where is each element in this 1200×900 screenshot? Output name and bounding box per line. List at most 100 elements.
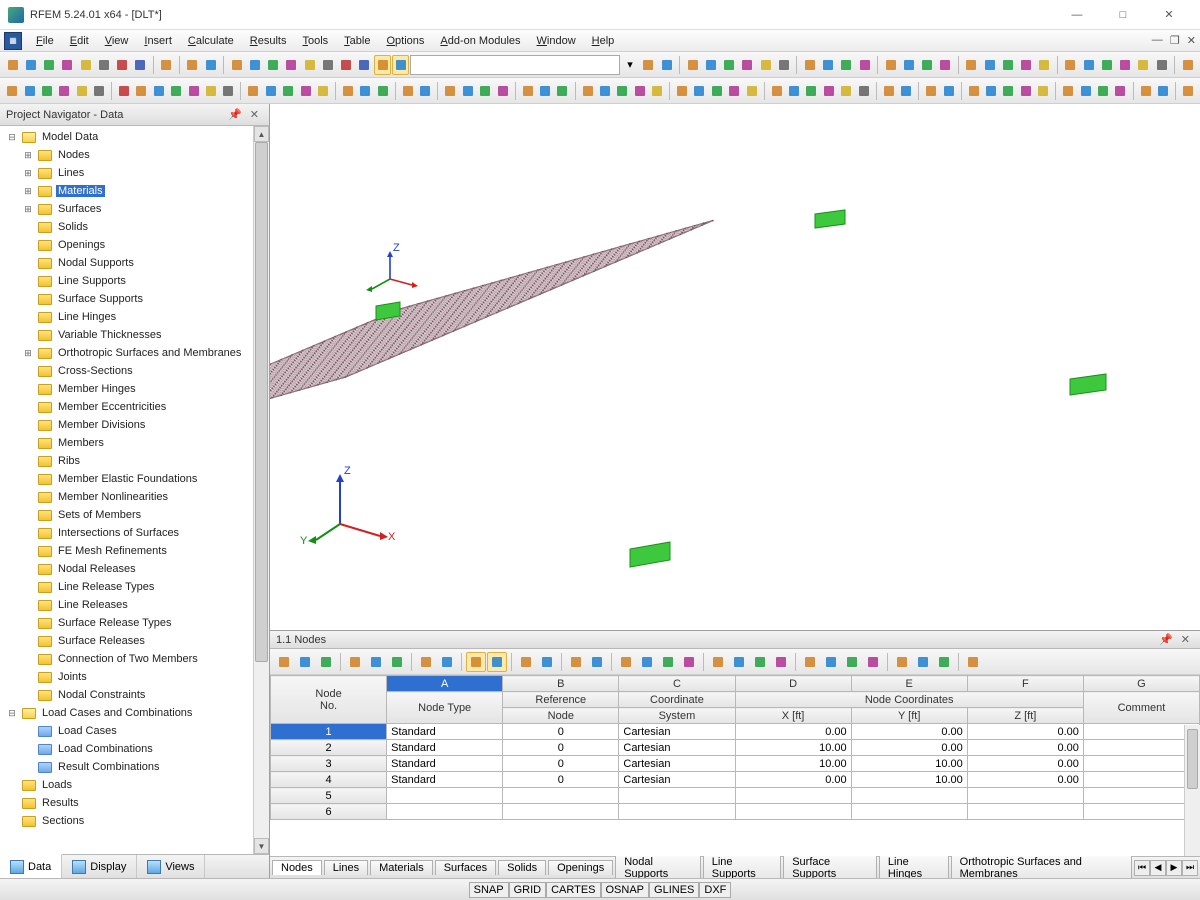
toolbar-button[interactable]	[803, 81, 819, 101]
table-tab-orthotropic-surfaces-and-membranes[interactable]: Orthotropic Surfaces and Membranes	[951, 854, 1132, 881]
toolbar-button[interactable]	[113, 55, 130, 75]
tree-item-results[interactable]: Results	[2, 794, 269, 812]
toolbar-button[interactable]	[757, 55, 774, 75]
toolbar-button[interactable]	[631, 81, 647, 101]
toolbar-button[interactable]	[168, 81, 184, 101]
toolbar-button[interactable]	[417, 81, 433, 101]
tree-item-intersections-of-surfaces[interactable]: Intersections of Surfaces	[2, 524, 269, 542]
toolbar-button[interactable]	[4, 81, 20, 101]
toolbar-button[interactable]	[460, 81, 476, 101]
col-letter[interactable]: G	[1083, 676, 1199, 692]
col-letter[interactable]: A	[387, 676, 503, 692]
toolbar-button[interactable]	[301, 55, 318, 75]
toolbar-button[interactable]	[1000, 81, 1016, 101]
toolbar-button[interactable]	[771, 652, 791, 672]
toolbar-button[interactable]	[923, 81, 939, 101]
tree-item-nodal-releases[interactable]: Nodal Releases	[2, 560, 269, 578]
toolbar-button[interactable]	[400, 81, 416, 101]
toolbar-button[interactable]	[1135, 55, 1152, 75]
toolbar-button[interactable]	[1018, 81, 1034, 101]
toolbar-button[interactable]	[966, 81, 982, 101]
table-row[interactable]: 3Standard0Cartesian10.0010.000.00	[271, 756, 1200, 772]
toolbar-button[interactable]	[315, 81, 331, 101]
tree-item-materials[interactable]: ⊞Materials	[2, 182, 269, 200]
tab-nav-button[interactable]: ▶	[1166, 860, 1182, 876]
toolbar-button[interactable]	[554, 81, 570, 101]
toolbar-button[interactable]	[387, 652, 407, 672]
toolbar-button[interactable]	[283, 55, 300, 75]
toolbar-button[interactable]	[416, 652, 436, 672]
toolbar-button[interactable]	[819, 55, 836, 75]
toolbar-button[interactable]	[913, 652, 933, 672]
tree-item-sections[interactable]: Sections	[2, 812, 269, 830]
col-coord-sys[interactable]: Coordinate	[619, 692, 735, 708]
tree-item-nodal-constraints[interactable]: Nodal Constraints	[2, 686, 269, 704]
toolbar-button[interactable]	[1062, 55, 1079, 75]
toolbar-button[interactable]	[640, 55, 657, 75]
toolbar-button[interactable]	[158, 55, 175, 75]
toolbar-button[interactable]	[739, 55, 756, 75]
toolbar-button[interactable]	[684, 55, 701, 75]
toolbar-button[interactable]	[649, 81, 665, 101]
toolbar-button[interactable]	[1036, 55, 1053, 75]
toolbar-button[interactable]	[882, 55, 899, 75]
toolbar-button[interactable]	[537, 652, 557, 672]
toolbar-button[interactable]	[40, 55, 57, 75]
toolbar-button[interactable]	[374, 55, 391, 75]
toolbar-button[interactable]	[674, 81, 690, 101]
tree-item-surface-release-types[interactable]: Surface Release Types	[2, 614, 269, 632]
toolbar-button[interactable]	[1137, 81, 1153, 101]
status-dxf[interactable]: DXF	[699, 882, 731, 898]
toolbar-button[interactable]	[963, 652, 983, 672]
toolbar-button[interactable]	[116, 81, 132, 101]
toolbar-button[interactable]	[679, 652, 699, 672]
toolbar-button[interactable]	[587, 652, 607, 672]
tab-nav-button[interactable]: ◀	[1150, 860, 1166, 876]
tab-nav-button[interactable]: ⏭	[1182, 860, 1198, 876]
toolbar-button[interactable]	[316, 652, 336, 672]
tree-scrollbar[interactable]: ▲ ▼	[253, 126, 269, 854]
toolbar-button[interactable]	[708, 652, 728, 672]
navigator-tree[interactable]: ⊟Model Data⊞Nodes⊞Lines⊞Materials⊞Surfac…	[0, 126, 269, 854]
menu-insert[interactable]: Insert	[136, 33, 180, 49]
status-cartes[interactable]: CARTES	[546, 882, 600, 898]
toolbar-button[interactable]	[1117, 55, 1134, 75]
toolbar-button[interactable]	[983, 81, 999, 101]
toolbar-button[interactable]	[133, 81, 149, 101]
toolbar-button[interactable]	[842, 652, 862, 672]
toolbar-button[interactable]	[892, 652, 912, 672]
toolbar-button[interactable]	[658, 652, 678, 672]
toolbar-button[interactable]	[750, 652, 770, 672]
toolbar-button[interactable]	[245, 81, 261, 101]
toolbar-button[interactable]	[863, 652, 883, 672]
tab-nav-button[interactable]: ⏮	[1134, 860, 1150, 876]
toolbar-button[interactable]	[934, 652, 954, 672]
toolbar-button[interactable]	[658, 55, 675, 75]
tree-item-ribs[interactable]: Ribs	[2, 452, 269, 470]
toolbar-button[interactable]	[940, 81, 956, 101]
toolbar-button[interactable]	[95, 55, 112, 75]
table-tab-surface-supports[interactable]: Surface Supports	[783, 854, 877, 881]
toolbar-button[interactable]	[73, 81, 89, 101]
toolbar-button[interactable]	[981, 55, 998, 75]
tree-item-cross-sections[interactable]: Cross-Sections	[2, 362, 269, 380]
toolbar-button[interactable]	[202, 55, 219, 75]
status-osnap[interactable]: OSNAP	[601, 882, 650, 898]
menu-edit[interactable]: Edit	[62, 33, 97, 49]
toolbar-button[interactable]	[800, 652, 820, 672]
menu-options[interactable]: Options	[378, 33, 432, 49]
tree-item-joints[interactable]: Joints	[2, 668, 269, 686]
tree-item-load-cases-and-combinations[interactable]: ⊟Load Cases and Combinations	[2, 704, 269, 722]
toolbar-button[interactable]	[246, 55, 263, 75]
toolbar-button[interactable]	[775, 55, 792, 75]
toolbar-button[interactable]	[477, 81, 493, 101]
toolbar-button[interactable]	[340, 81, 356, 101]
toolbar-button[interactable]	[203, 81, 219, 101]
scroll-down-icon[interactable]: ▼	[254, 838, 269, 854]
tree-item-load-combinations[interactable]: Load Combinations	[2, 740, 269, 758]
tree-item-line-releases[interactable]: Line Releases	[2, 596, 269, 614]
toolbar-button[interactable]	[566, 652, 586, 672]
toolbar-button[interactable]	[274, 652, 294, 672]
toolbar-button[interactable]	[220, 81, 236, 101]
tree-item-line-hinges[interactable]: Line Hinges	[2, 308, 269, 326]
